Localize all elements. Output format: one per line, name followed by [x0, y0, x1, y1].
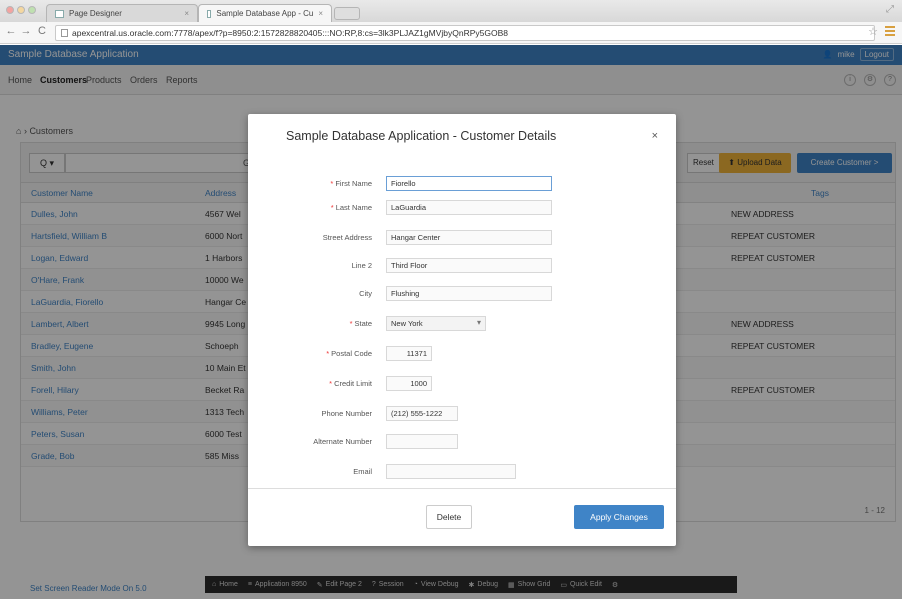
- browser-tab-page-designer[interactable]: Page Designer ×: [46, 4, 198, 22]
- page-icon: [207, 9, 212, 18]
- field-label-text: Phone Number: [321, 409, 372, 418]
- dialog-footer: Delete Apply Changes: [248, 488, 676, 546]
- field-label-text: City: [359, 289, 372, 298]
- tab-label: Sample Database App - Cu: [216, 9, 314, 18]
- field-label-text: Alternate Number: [313, 437, 372, 446]
- field-value: Hangar Center: [391, 233, 441, 242]
- field-label: * Credit Limit: [329, 379, 372, 388]
- field-value: 11371: [406, 349, 427, 358]
- field-input[interactable]: LaGuardia: [386, 200, 552, 215]
- back-icon[interactable]: ←: [4, 25, 18, 37]
- minimize-window-icon[interactable]: [17, 6, 25, 14]
- field-value: (212) 555-1222: [391, 409, 443, 418]
- field-label-text: Credit Limit: [334, 379, 372, 388]
- browser-tab-sample-app[interactable]: Sample Database App - Cu ×: [198, 4, 332, 22]
- field-value: Third Floor: [391, 261, 428, 270]
- field-value: Fiorello: [391, 179, 416, 188]
- dialog-form: * First Name Fiorello * Last Name LaGuardia St…: [248, 160, 676, 488]
- required-marker: *: [326, 349, 330, 358]
- field-value: 1000: [410, 379, 427, 388]
- field-label: City: [359, 289, 372, 298]
- field-label: * State: [350, 319, 372, 328]
- apply-changes-button[interactable]: Apply Changes: [574, 505, 664, 529]
- fullscreen-icon[interactable]: ⤢: [886, 4, 894, 15]
- field-label: * Last Name: [331, 203, 372, 212]
- address-bar[interactable]: apexcentral.us.oracle.com:7778/apex/f?p=…: [55, 25, 875, 41]
- field-value: New York: [391, 319, 423, 328]
- field-label: Street Address: [323, 233, 372, 242]
- field-label: Alternate Number: [313, 437, 372, 446]
- dialog-title: Sample Database Application - Customer D…: [286, 129, 557, 143]
- field-label: * Postal Code: [326, 349, 372, 358]
- browser-toolbar: ← → C apexcentral.us.oracle.com:7778/ape…: [0, 22, 902, 44]
- field-label-text: Email: [353, 467, 372, 476]
- delete-button[interactable]: Delete: [426, 505, 472, 529]
- field-label-text: Postal Code: [331, 349, 372, 358]
- reload-icon[interactable]: C: [35, 25, 49, 37]
- field-label-text: First Name: [335, 179, 372, 188]
- url-text: apexcentral.us.oracle.com:7778/apex/f?p=…: [72, 28, 508, 38]
- field-label: Email: [353, 467, 372, 476]
- field-value: LaGuardia: [391, 203, 427, 212]
- field-label: * First Name: [330, 179, 372, 188]
- new-tab-button[interactable]: [334, 7, 360, 20]
- field-input[interactable]: Flushing: [386, 286, 552, 301]
- page-icon: [55, 9, 64, 18]
- field-label-text: Last Name: [335, 203, 372, 212]
- field-input[interactable]: Hangar Center: [386, 230, 552, 245]
- field-value: Flushing: [391, 289, 420, 298]
- chevron-down-icon: ▾: [476, 318, 481, 327]
- field-input[interactable]: Third Floor: [386, 258, 552, 273]
- required-marker: *: [349, 319, 353, 328]
- field-label-text: Street Address: [322, 233, 372, 242]
- field-label: Phone Number: [322, 409, 372, 418]
- browser-tabstrip: Page Designer × Sample Database App - Cu…: [0, 0, 902, 22]
- browser-menu-icon[interactable]: [885, 26, 895, 36]
- close-window-icon[interactable]: [6, 6, 14, 14]
- field-label: Line 2: [352, 261, 372, 270]
- close-tab-icon[interactable]: ×: [184, 9, 189, 18]
- close-icon[interactable]: ×: [652, 130, 658, 142]
- field-input[interactable]: (212) 555-1222: [386, 406, 458, 421]
- required-marker: *: [330, 179, 334, 188]
- customer-details-dialog: Sample Database Application - Customer D…: [248, 114, 676, 546]
- tab-label: Page Designer: [69, 9, 122, 18]
- field-label-text: Line 2: [351, 261, 372, 270]
- state-select[interactable]: New York ▾: [386, 316, 486, 331]
- bookmark-star-icon[interactable]: ☆: [868, 25, 878, 38]
- forward-icon[interactable]: →: [19, 25, 33, 37]
- field-label-text: State: [354, 319, 372, 328]
- required-marker: *: [329, 379, 333, 388]
- page-icon: [61, 29, 68, 37]
- required-marker: *: [330, 203, 334, 212]
- field-input[interactable]: 1000: [386, 376, 432, 391]
- close-tab-icon[interactable]: ×: [318, 9, 323, 18]
- field-input[interactable]: [386, 434, 458, 449]
- field-input[interactable]: 11371: [386, 346, 432, 361]
- field-input[interactable]: [386, 464, 516, 479]
- field-input[interactable]: Fiorello: [386, 176, 552, 191]
- maximize-window-icon[interactable]: [28, 6, 36, 14]
